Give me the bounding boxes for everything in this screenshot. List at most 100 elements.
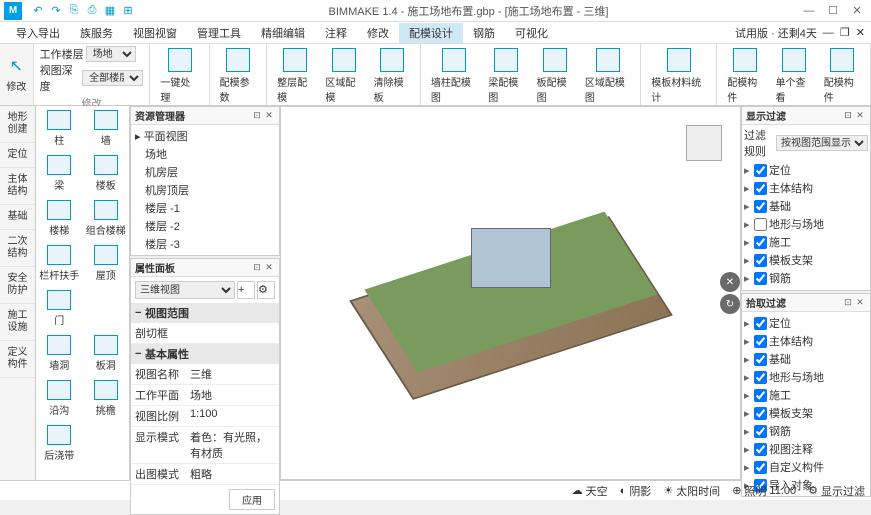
pin3-icon[interactable]: ⊡ xyxy=(842,110,854,122)
pin2-icon[interactable]: ⊡ xyxy=(251,262,263,274)
min2-icon[interactable]: — xyxy=(823,27,834,39)
expand-icon[interactable]: ▸ xyxy=(744,164,752,177)
view-cube[interactable] xyxy=(686,125,722,161)
prop-group[interactable]: −基本属性 xyxy=(131,344,279,364)
filter-checkbox[interactable] xyxy=(754,443,767,456)
tool-2-0[interactable]: 楼梯 xyxy=(36,196,83,241)
tree-item-4[interactable]: 楼层 -1 xyxy=(133,199,277,217)
menu-3[interactable]: 管理工具 xyxy=(187,23,251,43)
rib-btn-4-0[interactable]: 墙柱配模图 xyxy=(427,46,480,106)
expand-icon[interactable]: ▸ xyxy=(744,317,752,330)
menu-6[interactable]: 修改 xyxy=(357,23,399,43)
filter-checkbox[interactable] xyxy=(754,272,767,285)
menu-7[interactable]: 配模设计 xyxy=(399,23,463,43)
gear-icon[interactable]: ⚙ xyxy=(257,281,275,299)
menu-4[interactable]: 精细编辑 xyxy=(251,23,315,43)
status-2[interactable]: ☀太阳时间 xyxy=(663,483,720,499)
rib-btn-2-0[interactable]: 配模参数 xyxy=(216,46,260,106)
3d-viewport[interactable]: ✕ ↻ xyxy=(280,106,741,480)
close2-icon[interactable]: ✕ xyxy=(856,26,865,39)
menu-9[interactable]: 可视化 xyxy=(505,23,558,43)
filter-checkbox[interactable] xyxy=(754,164,767,177)
filter-checkbox[interactable] xyxy=(754,182,767,195)
expand-icon[interactable]: ▸ xyxy=(744,461,752,474)
rib-btn-3-1[interactable]: 区域配模 xyxy=(321,46,365,106)
rib-btn-1-0[interactable]: 一键处理 xyxy=(156,46,202,106)
nav-cancel-icon[interactable]: ✕ xyxy=(720,272,740,292)
filter-item-3[interactable]: ▸地形与场地 xyxy=(744,215,868,233)
filter-item-4[interactable]: ▸施工 xyxy=(744,386,868,404)
close4-icon[interactable]: ✕ xyxy=(854,297,866,309)
rib-select-工作楼层[interactable]: 场地 xyxy=(86,46,136,62)
expand-icon[interactable]: ▸ xyxy=(744,371,752,384)
tree-item-1[interactable]: 场地 xyxy=(133,145,277,163)
property-type-select[interactable]: 三维视图 xyxy=(135,281,235,299)
filter-item-6[interactable]: ▸钢筋 xyxy=(744,269,868,287)
filter-checkbox[interactable] xyxy=(754,461,767,474)
expand-icon[interactable]: ▸ xyxy=(744,290,752,291)
expand-icon[interactable]: ▸ xyxy=(744,335,752,348)
status-3[interactable]: ⊕照明11:00 xyxy=(732,483,796,499)
filter-checkbox[interactable] xyxy=(754,317,767,330)
expand-icon[interactable]: ▸ xyxy=(744,353,752,366)
filter-checkbox[interactable] xyxy=(754,425,767,438)
side-3[interactable]: 基础 xyxy=(0,205,35,230)
tool-5-1[interactable]: 板洞 xyxy=(83,331,130,376)
side-0[interactable]: 地形创建 xyxy=(0,106,35,143)
status-0[interactable]: ☁天空 xyxy=(572,483,608,499)
redo-icon[interactable]: ↷ xyxy=(48,3,64,19)
tree-item-3[interactable]: 机房顶层 xyxy=(133,181,277,199)
filter-item-5[interactable]: ▸模板支架 xyxy=(744,251,868,269)
filter-checkbox[interactable] xyxy=(754,335,767,348)
expand-icon[interactable]: ▸ xyxy=(744,443,752,456)
filter-checkbox[interactable] xyxy=(754,407,767,420)
tool-4-0[interactable]: 门 xyxy=(36,286,83,331)
tree-item-2[interactable]: 机房层 xyxy=(133,163,277,181)
resource-tree[interactable]: ▸ 平面视图场地机房层机房顶层楼层 -1楼层 -2楼层 -3楼层 -4 xyxy=(131,125,279,255)
close-panel-icon[interactable]: ✕ xyxy=(263,110,275,122)
close3-icon[interactable]: ✕ xyxy=(854,110,866,122)
expand-icon[interactable]: ▸ xyxy=(744,200,752,213)
expand-icon[interactable]: ▸ xyxy=(744,389,752,402)
filter-checkbox[interactable] xyxy=(754,290,767,291)
menu-8[interactable]: 钢筋 xyxy=(463,23,505,43)
menu-5[interactable]: 注释 xyxy=(315,23,357,43)
rib-select-视图深度[interactable]: 全部楼层 xyxy=(82,70,143,86)
filter-item-8[interactable]: ▸自定义构件 xyxy=(744,458,868,476)
undo-icon[interactable]: ↶ xyxy=(30,3,46,19)
filter-item-3[interactable]: ▸地形与场地 xyxy=(744,368,868,386)
rib-btn-4-2[interactable]: 板配模图 xyxy=(533,46,577,106)
expand-icon[interactable]: ▸ xyxy=(744,272,752,285)
tool-0-0[interactable]: 柱 xyxy=(36,106,83,151)
prop-value[interactable] xyxy=(186,323,279,343)
filter-checkbox[interactable] xyxy=(754,371,767,384)
filter-item-2[interactable]: ▸基础 xyxy=(744,197,868,215)
side-2[interactable]: 主体结构 xyxy=(0,168,35,205)
pin-icon[interactable]: ⊡ xyxy=(251,110,263,122)
filter-item-1[interactable]: ▸主体结构 xyxy=(744,179,868,197)
rib-btn-5-0[interactable]: 模板材料统计 xyxy=(647,46,710,106)
filter-item-0[interactable]: ▸定位 xyxy=(744,161,868,179)
filter-item-7[interactable]: ▸视图注释 xyxy=(744,440,868,458)
filter-item-0[interactable]: ▸定位 xyxy=(744,314,868,332)
filter-item-4[interactable]: ▸施工 xyxy=(744,233,868,251)
prop-value[interactable]: 粗略 xyxy=(186,464,279,484)
menu-2[interactable]: 视图视窗 xyxy=(123,23,187,43)
status-4[interactable]: ⚙显示过滤 xyxy=(808,483,865,499)
restore-icon[interactable]: ❐ xyxy=(840,26,850,39)
tool-5-0[interactable]: 墙洞 xyxy=(36,331,83,376)
tree-item-7[interactable]: 楼层 -4 xyxy=(133,253,277,255)
expand-icon[interactable]: ▸ xyxy=(744,236,752,249)
maximize-button[interactable]: ☐ xyxy=(825,3,841,19)
expand-icon[interactable]: ▸ xyxy=(744,254,752,267)
add-icon[interactable]: + xyxy=(237,281,255,299)
qat-icon-5[interactable]: ▦ xyxy=(102,3,118,19)
prop-value[interactable]: 场地 xyxy=(186,385,279,405)
close-panel2-icon[interactable]: ✕ xyxy=(263,262,275,274)
qat-icon-4[interactable]: ⎙ xyxy=(84,3,100,19)
expand-icon[interactable]: ▸ xyxy=(744,218,752,231)
expand-icon[interactable]: ▸ xyxy=(744,425,752,438)
filter-checkbox[interactable] xyxy=(754,389,767,402)
tool-6-0[interactable]: 沿沟 xyxy=(36,376,83,421)
tool-2-1[interactable]: 组合楼梯 xyxy=(83,196,130,241)
